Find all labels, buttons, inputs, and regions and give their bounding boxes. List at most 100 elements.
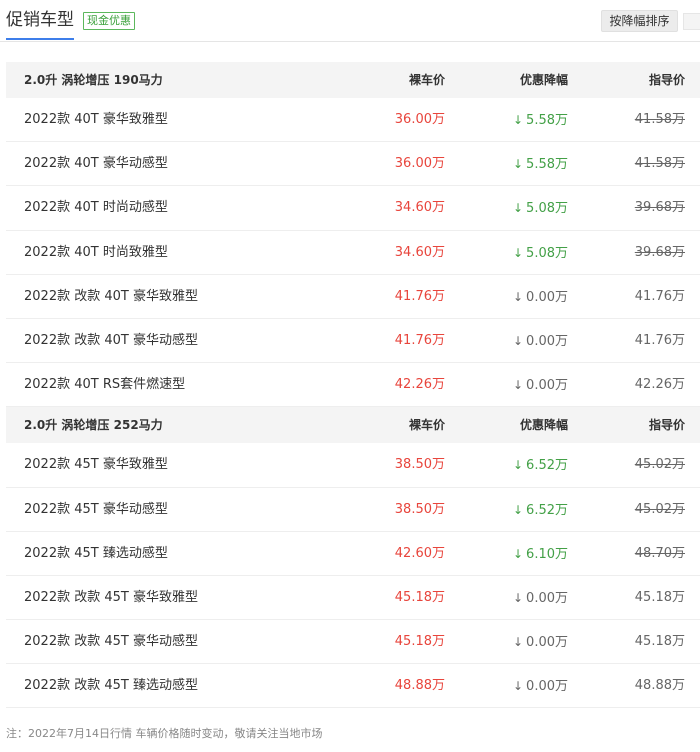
model-name[interactable]: 2022款 45T 豪华致雅型 — [24, 443, 168, 487]
bare-price: 36.00万 — [394, 112, 445, 127]
table-row[interactable]: 2022款 45T 臻选动感型 42.60万 ↓ 6.10万 48.70万 — [6, 532, 700, 576]
page-title[interactable]: 促销车型 — [6, 8, 74, 40]
sort-by-discount-button[interactable]: 按降幅排序 — [601, 10, 678, 32]
discount-cell: ↓ 5.58万 — [513, 142, 568, 187]
discount-value: 5.58万 — [526, 113, 568, 128]
guide-price: 45.02万 — [634, 501, 685, 517]
table-row[interactable]: 2022款 45T 豪华致雅型 38.50万 ↓ 6.52万 45.02万 — [6, 443, 700, 488]
guide-price: 41.76万 — [634, 288, 685, 304]
model-name[interactable]: 2022款 40T 豪华致雅型 — [24, 98, 168, 142]
bare-price: 38.50万 — [394, 457, 445, 473]
bare-price: 36.00万 — [394, 156, 445, 172]
discount-cell: ↓ 5.58万 — [513, 98, 568, 143]
top-bar: 促销车型 现金优惠 按降幅排序 — [0, 0, 700, 42]
discount-value: 0.00万 — [526, 289, 568, 305]
table-row[interactable]: 2022款 改款 45T 臻选动感型 48.88万 ↓ 0.00万 48.88万 — [6, 664, 700, 709]
column-header-price: 裸车价 — [408, 73, 445, 87]
model-name[interactable]: 2022款 改款 45T 豪华致雅型 — [24, 576, 198, 620]
arrow-down-icon: ↓ — [512, 245, 524, 260]
discount-cell: ↓ 0.00万 — [513, 319, 568, 364]
arrow-down-icon: ↓ — [512, 546, 524, 561]
next-button-edge[interactable] — [683, 13, 700, 30]
arrow-down-icon: ↓ — [512, 289, 524, 304]
arrow-down-icon: ↓ — [512, 502, 524, 517]
arrow-down-icon: ↓ — [512, 157, 524, 172]
arrow-down-icon: ↓ — [512, 333, 524, 348]
group-header: 2.0升 涡轮增压 252马力 裸车价 优惠降幅 指导价 — [6, 407, 700, 444]
discount-cell: ↓ 0.00万 — [513, 620, 568, 665]
footnote: 注：2022年7月14日行情 车辆价格随时变动，敬请关注当地市场 — [6, 727, 323, 740]
guide-price: 41.58万 — [634, 112, 685, 127]
guide-price: 45.02万 — [634, 457, 685, 473]
table-row[interactable]: 2022款 40T 时尚致雅型 34.60万 ↓ 5.08万 39.68万 — [6, 231, 700, 275]
discount-value: 0.00万 — [526, 635, 568, 651]
title-wrap: 促销车型 现金优惠 — [6, 8, 135, 42]
model-name[interactable]: 2022款 改款 45T 臻选动感型 — [24, 664, 198, 708]
discount-value: 5.08万 — [526, 245, 568, 261]
price-table: 2.0升 涡轮增压 190马力 裸车价 优惠降幅 指导价 2022款 40T 豪… — [6, 62, 700, 709]
discount-value: 0.00万 — [526, 378, 568, 394]
bare-price: 42.26万 — [394, 377, 445, 393]
bare-price: 45.18万 — [394, 589, 445, 605]
guide-price: 41.58万 — [634, 156, 685, 172]
bare-price: 41.76万 — [394, 288, 445, 304]
table-row[interactable]: 2022款 40T RS套件燃速型 42.26万 ↓ 0.00万 42.26万 — [6, 363, 700, 408]
model-name[interactable]: 2022款 45T 臻选动感型 — [24, 532, 168, 576]
discount-value: 6.52万 — [526, 502, 568, 518]
discount-value: 0.00万 — [526, 333, 568, 349]
guide-price: 45.18万 — [634, 589, 685, 605]
discount-value: 5.58万 — [526, 157, 568, 173]
arrow-down-icon: ↓ — [512, 113, 524, 127]
column-header-discount: 优惠降幅 — [519, 418, 568, 433]
discount-cell: ↓ 0.00万 — [513, 664, 568, 709]
guide-price: 39.68万 — [634, 244, 685, 260]
discount-cell: ↓ 0.00万 — [513, 275, 568, 320]
cash-discount-badge: 现金优惠 — [83, 12, 135, 30]
model-name[interactable]: 2022款 40T RS套件燃速型 — [24, 363, 185, 407]
model-name[interactable]: 2022款 40T 时尚动感型 — [24, 186, 168, 230]
column-header-discount: 优惠降幅 — [519, 73, 568, 87]
model-name[interactable]: 2022款 改款 40T 豪华致雅型 — [24, 275, 198, 319]
bare-price: 41.76万 — [394, 332, 445, 348]
table-row[interactable]: 2022款 40T 豪华动感型 36.00万 ↓ 5.58万 41.58万 — [6, 142, 700, 187]
guide-price: 45.18万 — [634, 634, 685, 650]
arrow-down-icon: ↓ — [512, 201, 524, 216]
arrow-down-icon: ↓ — [512, 635, 524, 650]
group-name: 2.0升 涡轮增压 252马力 — [24, 418, 163, 433]
table-row[interactable]: 2022款 改款 40T 豪华动感型 41.76万 ↓ 0.00万 41.76万 — [6, 319, 700, 364]
discount-cell: ↓ 5.08万 — [513, 231, 568, 276]
column-header-price: 裸车价 — [408, 418, 445, 433]
column-header-guide-price: 指导价 — [648, 418, 685, 433]
arrow-down-icon: ↓ — [512, 378, 524, 393]
model-name[interactable]: 2022款 45T 豪华动感型 — [24, 488, 168, 532]
group-name: 2.0升 涡轮增压 190马力 — [24, 73, 163, 87]
group-header: 2.0升 涡轮增压 190马力 裸车价 优惠降幅 指导价 — [6, 62, 700, 98]
guide-price: 48.88万 — [634, 678, 685, 694]
model-name[interactable]: 2022款 40T 时尚致雅型 — [24, 231, 168, 275]
discount-value: 6.10万 — [526, 546, 568, 562]
model-name[interactable]: 2022款 改款 45T 豪华动感型 — [24, 620, 198, 664]
bare-price: 34.60万 — [394, 200, 445, 216]
table-row[interactable]: 2022款 改款 40T 豪华致雅型 41.76万 ↓ 0.00万 41.76万 — [6, 275, 700, 319]
table-row[interactable]: 2022款 45T 豪华动感型 38.50万 ↓ 6.52万 45.02万 — [6, 488, 700, 532]
table-row[interactable]: 2022款 改款 45T 豪华动感型 45.18万 ↓ 0.00万 45.18万 — [6, 620, 700, 665]
discount-cell: ↓ 0.00万 — [513, 363, 568, 408]
table-row[interactable]: 2022款 改款 45T 豪华致雅型 45.18万 ↓ 0.00万 45.18万 — [6, 576, 700, 621]
model-name[interactable]: 2022款 改款 40T 豪华动感型 — [24, 319, 198, 363]
discount-value: 0.00万 — [526, 590, 568, 606]
discount-value: 5.08万 — [526, 201, 568, 217]
column-header-guide-price: 指导价 — [648, 73, 685, 87]
guide-price: 39.68万 — [634, 200, 685, 216]
bare-price: 48.88万 — [394, 678, 445, 694]
discount-cell: ↓ 6.52万 — [513, 488, 568, 533]
guide-price: 41.76万 — [634, 332, 685, 348]
discount-value: 6.52万 — [526, 458, 568, 474]
model-name[interactable]: 2022款 40T 豪华动感型 — [24, 142, 168, 186]
table-row[interactable]: 2022款 40T 时尚动感型 34.60万 ↓ 5.08万 39.68万 — [6, 186, 700, 231]
bare-price: 38.50万 — [394, 501, 445, 517]
bare-price: 42.60万 — [394, 545, 445, 561]
guide-price: 42.26万 — [634, 377, 685, 393]
table-row[interactable]: 2022款 40T 豪华致雅型 36.00万 ↓ 5.58万 41.58万 — [6, 98, 700, 143]
arrow-down-icon: ↓ — [512, 679, 524, 694]
arrow-down-icon: ↓ — [512, 590, 524, 605]
